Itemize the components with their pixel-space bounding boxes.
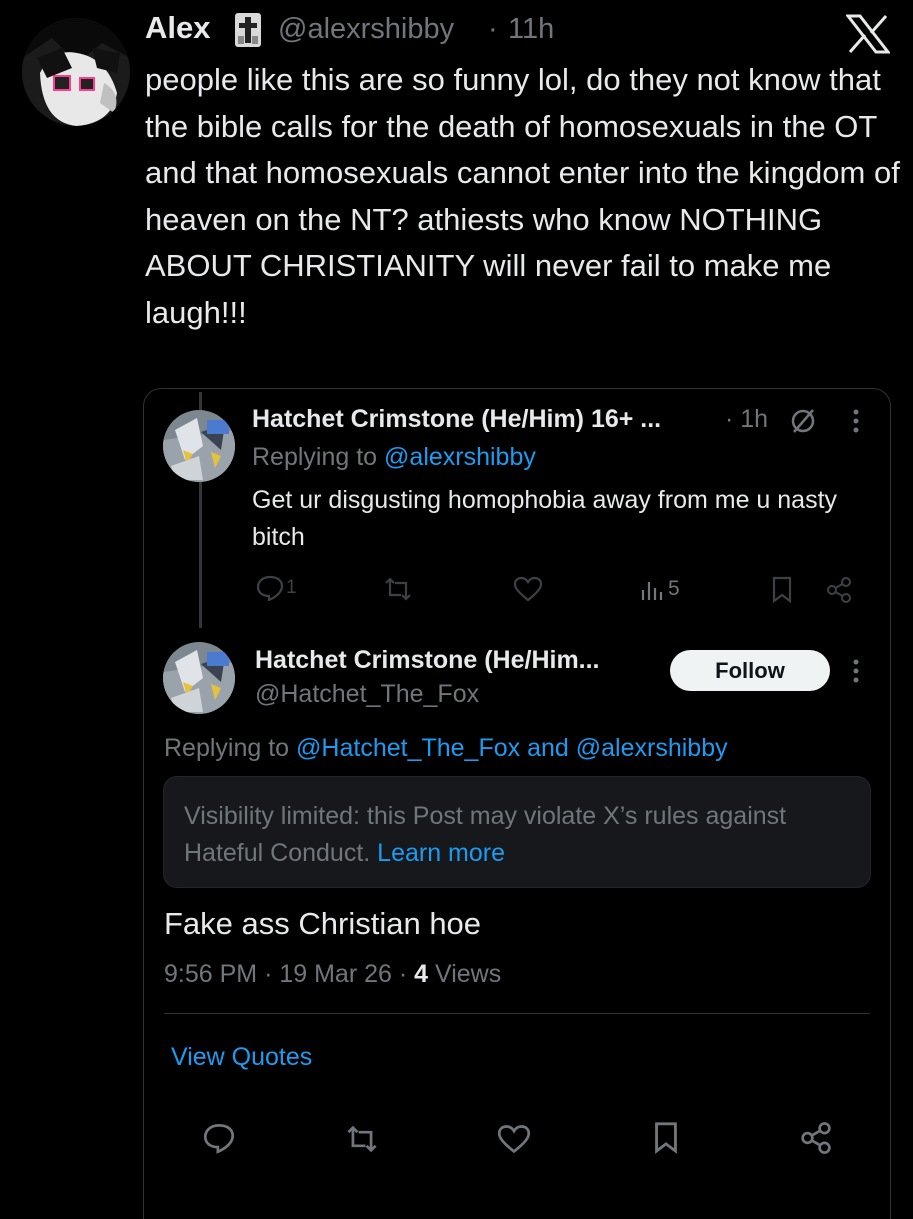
reply-author-name[interactable]: Hatchet Crimstone (He/Him... bbox=[255, 646, 600, 675]
quoted-text: Get ur disgusting homophobia away from m… bbox=[252, 486, 838, 551]
replying-prefix: Replying to bbox=[164, 734, 290, 762]
avatar-alex[interactable] bbox=[22, 18, 130, 126]
post-time[interactable]: 11h bbox=[508, 13, 554, 46]
quoted-replying-to: Replying to @alexrshibby bbox=[252, 443, 536, 472]
view-quotes-link[interactable]: View Quotes bbox=[171, 1043, 312, 1072]
like-icon[interactable] bbox=[513, 576, 543, 602]
replying-prefix: Replying to bbox=[252, 443, 378, 471]
bottom-reply-icon[interactable] bbox=[203, 1122, 235, 1154]
share-icon[interactable] bbox=[825, 576, 853, 604]
learn-more-link[interactable]: Learn more bbox=[377, 839, 505, 867]
author-handle[interactable]: @alexrshibby bbox=[278, 13, 454, 46]
views-count: 4 bbox=[414, 960, 429, 988]
bottom-bookmark-icon[interactable] bbox=[653, 1121, 679, 1155]
views-icon[interactable] bbox=[640, 578, 666, 602]
post-meta: 9:56 PM · 19 Mar 26 · 4 Views bbox=[164, 960, 501, 989]
replying-and: and bbox=[527, 734, 569, 762]
quoted-author-name[interactable]: Hatchet Crimstone (He/Him) 16+ ... bbox=[252, 405, 661, 434]
divider bbox=[164, 1013, 870, 1014]
follow-button[interactable]: Follow bbox=[670, 650, 830, 691]
reply-count: 1 bbox=[286, 577, 297, 598]
views-label: Views bbox=[435, 960, 502, 988]
bottom-repost-icon[interactable] bbox=[345, 1125, 379, 1153]
meta-sep: · bbox=[398, 960, 408, 988]
bottom-share-icon[interactable] bbox=[799, 1121, 833, 1155]
avatar-hatchet[interactable] bbox=[163, 410, 235, 482]
reply-text: Fake ass Christian hoe bbox=[164, 906, 482, 941]
x-logo-icon[interactable] bbox=[846, 14, 890, 54]
post-text: people like this are so funny lol, do th… bbox=[145, 62, 900, 330]
repost-icon[interactable] bbox=[383, 577, 413, 601]
replying-handle-1[interactable]: @Hatchet_The_Fox bbox=[296, 734, 520, 762]
verified-cross-badge-icon bbox=[232, 12, 264, 48]
views-count: 5 bbox=[668, 577, 680, 600]
reply-author-handle[interactable]: @Hatchet_The_Fox bbox=[255, 680, 479, 709]
meta-sep: · bbox=[264, 960, 273, 988]
quoted-time[interactable]: · 1h bbox=[725, 405, 768, 434]
replying-handle-2[interactable]: @alexrshibby bbox=[576, 734, 728, 762]
reply-replying-to: Replying to @Hatchet_The_Fox and @alexrs… bbox=[164, 734, 728, 763]
dot-separator: · bbox=[488, 13, 498, 45]
author-name[interactable]: Alex bbox=[145, 10, 210, 46]
post-time[interactable]: 9:56 PM bbox=[164, 960, 257, 988]
more-icon[interactable] bbox=[850, 408, 862, 434]
replying-handle[interactable]: @alexrshibby bbox=[384, 443, 536, 471]
bottom-like-icon[interactable] bbox=[497, 1124, 531, 1154]
reply-icon[interactable] bbox=[256, 575, 284, 601]
bookmark-icon[interactable] bbox=[771, 576, 793, 604]
post-date[interactable]: 19 Mar 26 bbox=[279, 960, 392, 988]
visibility-notice: Visibility limited: this Post may violat… bbox=[163, 776, 871, 888]
slash-circle-icon bbox=[789, 407, 817, 435]
reply-more-icon[interactable] bbox=[850, 658, 862, 684]
avatar-hatchet-reply[interactable] bbox=[163, 642, 235, 714]
